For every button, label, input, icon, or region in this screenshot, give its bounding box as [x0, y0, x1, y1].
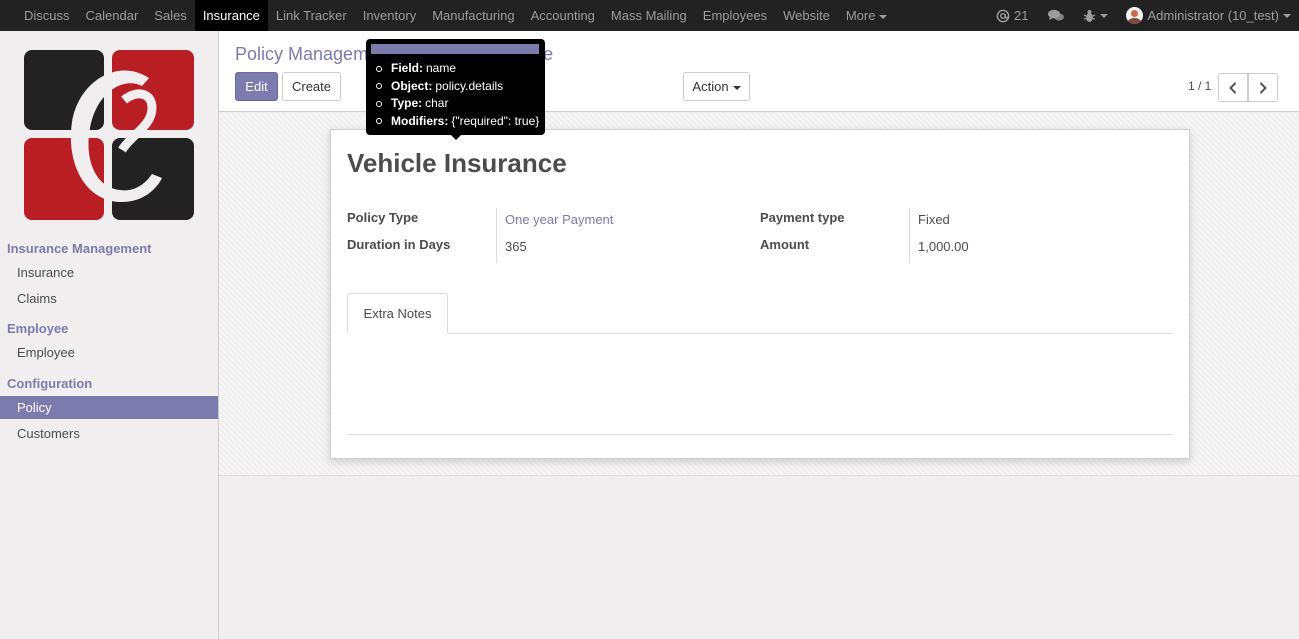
- tooltip-header-bar: [371, 44, 539, 54]
- tooltip-key: Modifiers:: [391, 113, 449, 128]
- menu-employees[interactable]: Employees: [695, 0, 775, 31]
- menu-manufacturing[interactable]: Manufacturing: [424, 0, 522, 31]
- tooltip-key: Field:: [391, 61, 423, 75]
- tooltip-key: Type:: [391, 96, 423, 110]
- user-avatar: [1125, 7, 1143, 24]
- menu-accounting[interactable]: Accounting: [523, 0, 603, 31]
- systray: 21 Administrator (10_test): [987, 0, 1299, 31]
- sidebar: Insurance Management Insurance Claims Em…: [0, 31, 219, 639]
- field-policy-type[interactable]: One year Payment: [505, 212, 613, 227]
- label-duration: Duration in Days: [347, 237, 451, 252]
- label-policy-type: Policy Type: [347, 210, 419, 225]
- label-amount: Amount: [760, 237, 810, 252]
- user-name: Administrator (10_test): [1147, 8, 1280, 23]
- company-logo: [24, 50, 194, 220]
- caret-down-icon: [732, 85, 741, 90]
- chevron-right-icon: [1259, 81, 1267, 94]
- bug-icon: [1083, 9, 1095, 22]
- sidebar-item-customers[interactable]: Customers: [0, 422, 218, 445]
- bullet-icon: [376, 118, 382, 125]
- menu-website[interactable]: Website: [775, 0, 838, 31]
- form-background: Vehicle Insurance Policy Type One year P…: [219, 113, 1299, 476]
- field-amount: 1,000.00: [918, 239, 969, 254]
- bullet-icon: [376, 100, 382, 107]
- tooltip-row-modifiers: Modifiers: {"required": true}: [376, 113, 539, 131]
- mentions-button[interactable]: 21: [987, 0, 1037, 31]
- debug-menu-button[interactable]: [1074, 9, 1117, 23]
- chat-button[interactable]: [1038, 9, 1074, 23]
- menu-insurance[interactable]: Insurance: [194, 0, 268, 31]
- breadcrumb-parent[interactable]: Policy Managem: [235, 44, 368, 64]
- mentions-count: 21: [1014, 8, 1029, 23]
- tooltip-value: policy.details: [435, 78, 504, 93]
- tooltip-key: Object:: [391, 78, 433, 93]
- tooltip-row-object: Object: policy.details: [376, 78, 539, 96]
- notes-bottom-line: [347, 434, 1173, 435]
- bullet-icon: [376, 83, 382, 90]
- sidebar-item-employee[interactable]: Employee: [0, 341, 218, 364]
- tooltip-arrow: [451, 135, 461, 140]
- action-dropdown[interactable]: Action: [683, 72, 750, 101]
- tooltip-value: {"required": true}: [451, 113, 540, 128]
- menu-more[interactable]: More: [838, 0, 896, 31]
- top-navbar: Discuss Calendar Sales Insurance Link Tr…: [0, 0, 1299, 31]
- record-name[interactable]: Vehicle Insurance: [347, 148, 567, 179]
- tooltip-row-field: Field: name: [376, 60, 539, 78]
- label-payment-type: Payment type: [760, 210, 845, 225]
- menu-mass-mailing[interactable]: Mass Mailing: [603, 0, 695, 31]
- tab-bar-line: [347, 333, 1173, 334]
- menu-inventory[interactable]: Inventory: [355, 0, 424, 31]
- chevron-left-icon: [1229, 81, 1237, 94]
- field-payment-type: Fixed: [918, 212, 950, 227]
- menu-link-tracker[interactable]: Link Tracker: [268, 0, 355, 31]
- tooltip-value: name: [426, 61, 457, 75]
- section-insurance-management: Insurance Management: [7, 241, 152, 256]
- sidebar-item-insurance[interactable]: Insurance: [0, 261, 218, 284]
- tooltip-value: char: [425, 96, 449, 110]
- menu-sales[interactable]: Sales: [146, 0, 195, 31]
- menu-calendar[interactable]: Calendar: [78, 0, 147, 31]
- menu-more-label: More: [845, 8, 876, 23]
- tooltip-row-type: Type: char: [376, 95, 539, 113]
- chat-bubbles-icon: [1047, 9, 1064, 21]
- tooltip-list: Field: name Object: policy.details Type: ch…: [376, 60, 539, 130]
- debug-tooltip: Field: name Object: policy.details Type: ch…: [366, 39, 545, 140]
- pager-previous-button[interactable]: [1218, 73, 1248, 102]
- pager-value: 1 / 1: [1188, 79, 1212, 93]
- edit-button[interactable]: Edit: [235, 72, 278, 101]
- caret-down-icon: [879, 14, 888, 19]
- pager-next-button[interactable]: [1248, 73, 1278, 102]
- at-icon: [996, 9, 1010, 22]
- create-button[interactable]: Create: [282, 72, 341, 101]
- action-label: Action: [692, 79, 729, 94]
- caret-down-icon: [1283, 13, 1291, 18]
- sidebar-item-policy[interactable]: Policy: [0, 396, 218, 419]
- user-menu[interactable]: Administrator (10_test): [1117, 0, 1299, 31]
- tab-extra-notes[interactable]: Extra Notes: [347, 293, 448, 334]
- field-duration: 365: [505, 239, 527, 254]
- bullet-icon: [376, 65, 382, 72]
- app-menu: Discuss Calendar Sales Insurance Link Tr…: [0, 0, 895, 31]
- menu-discuss[interactable]: Discuss: [16, 0, 78, 31]
- field-separator-left: [496, 208, 497, 263]
- section-employee: Employee: [7, 321, 69, 336]
- caret-down-icon: [1099, 13, 1108, 18]
- section-configuration: Configuration: [7, 376, 93, 391]
- field-separator-right: [909, 208, 910, 263]
- form-sheet: Vehicle Insurance Policy Type One year P…: [330, 129, 1190, 459]
- sidebar-item-claims[interactable]: Claims: [0, 287, 218, 310]
